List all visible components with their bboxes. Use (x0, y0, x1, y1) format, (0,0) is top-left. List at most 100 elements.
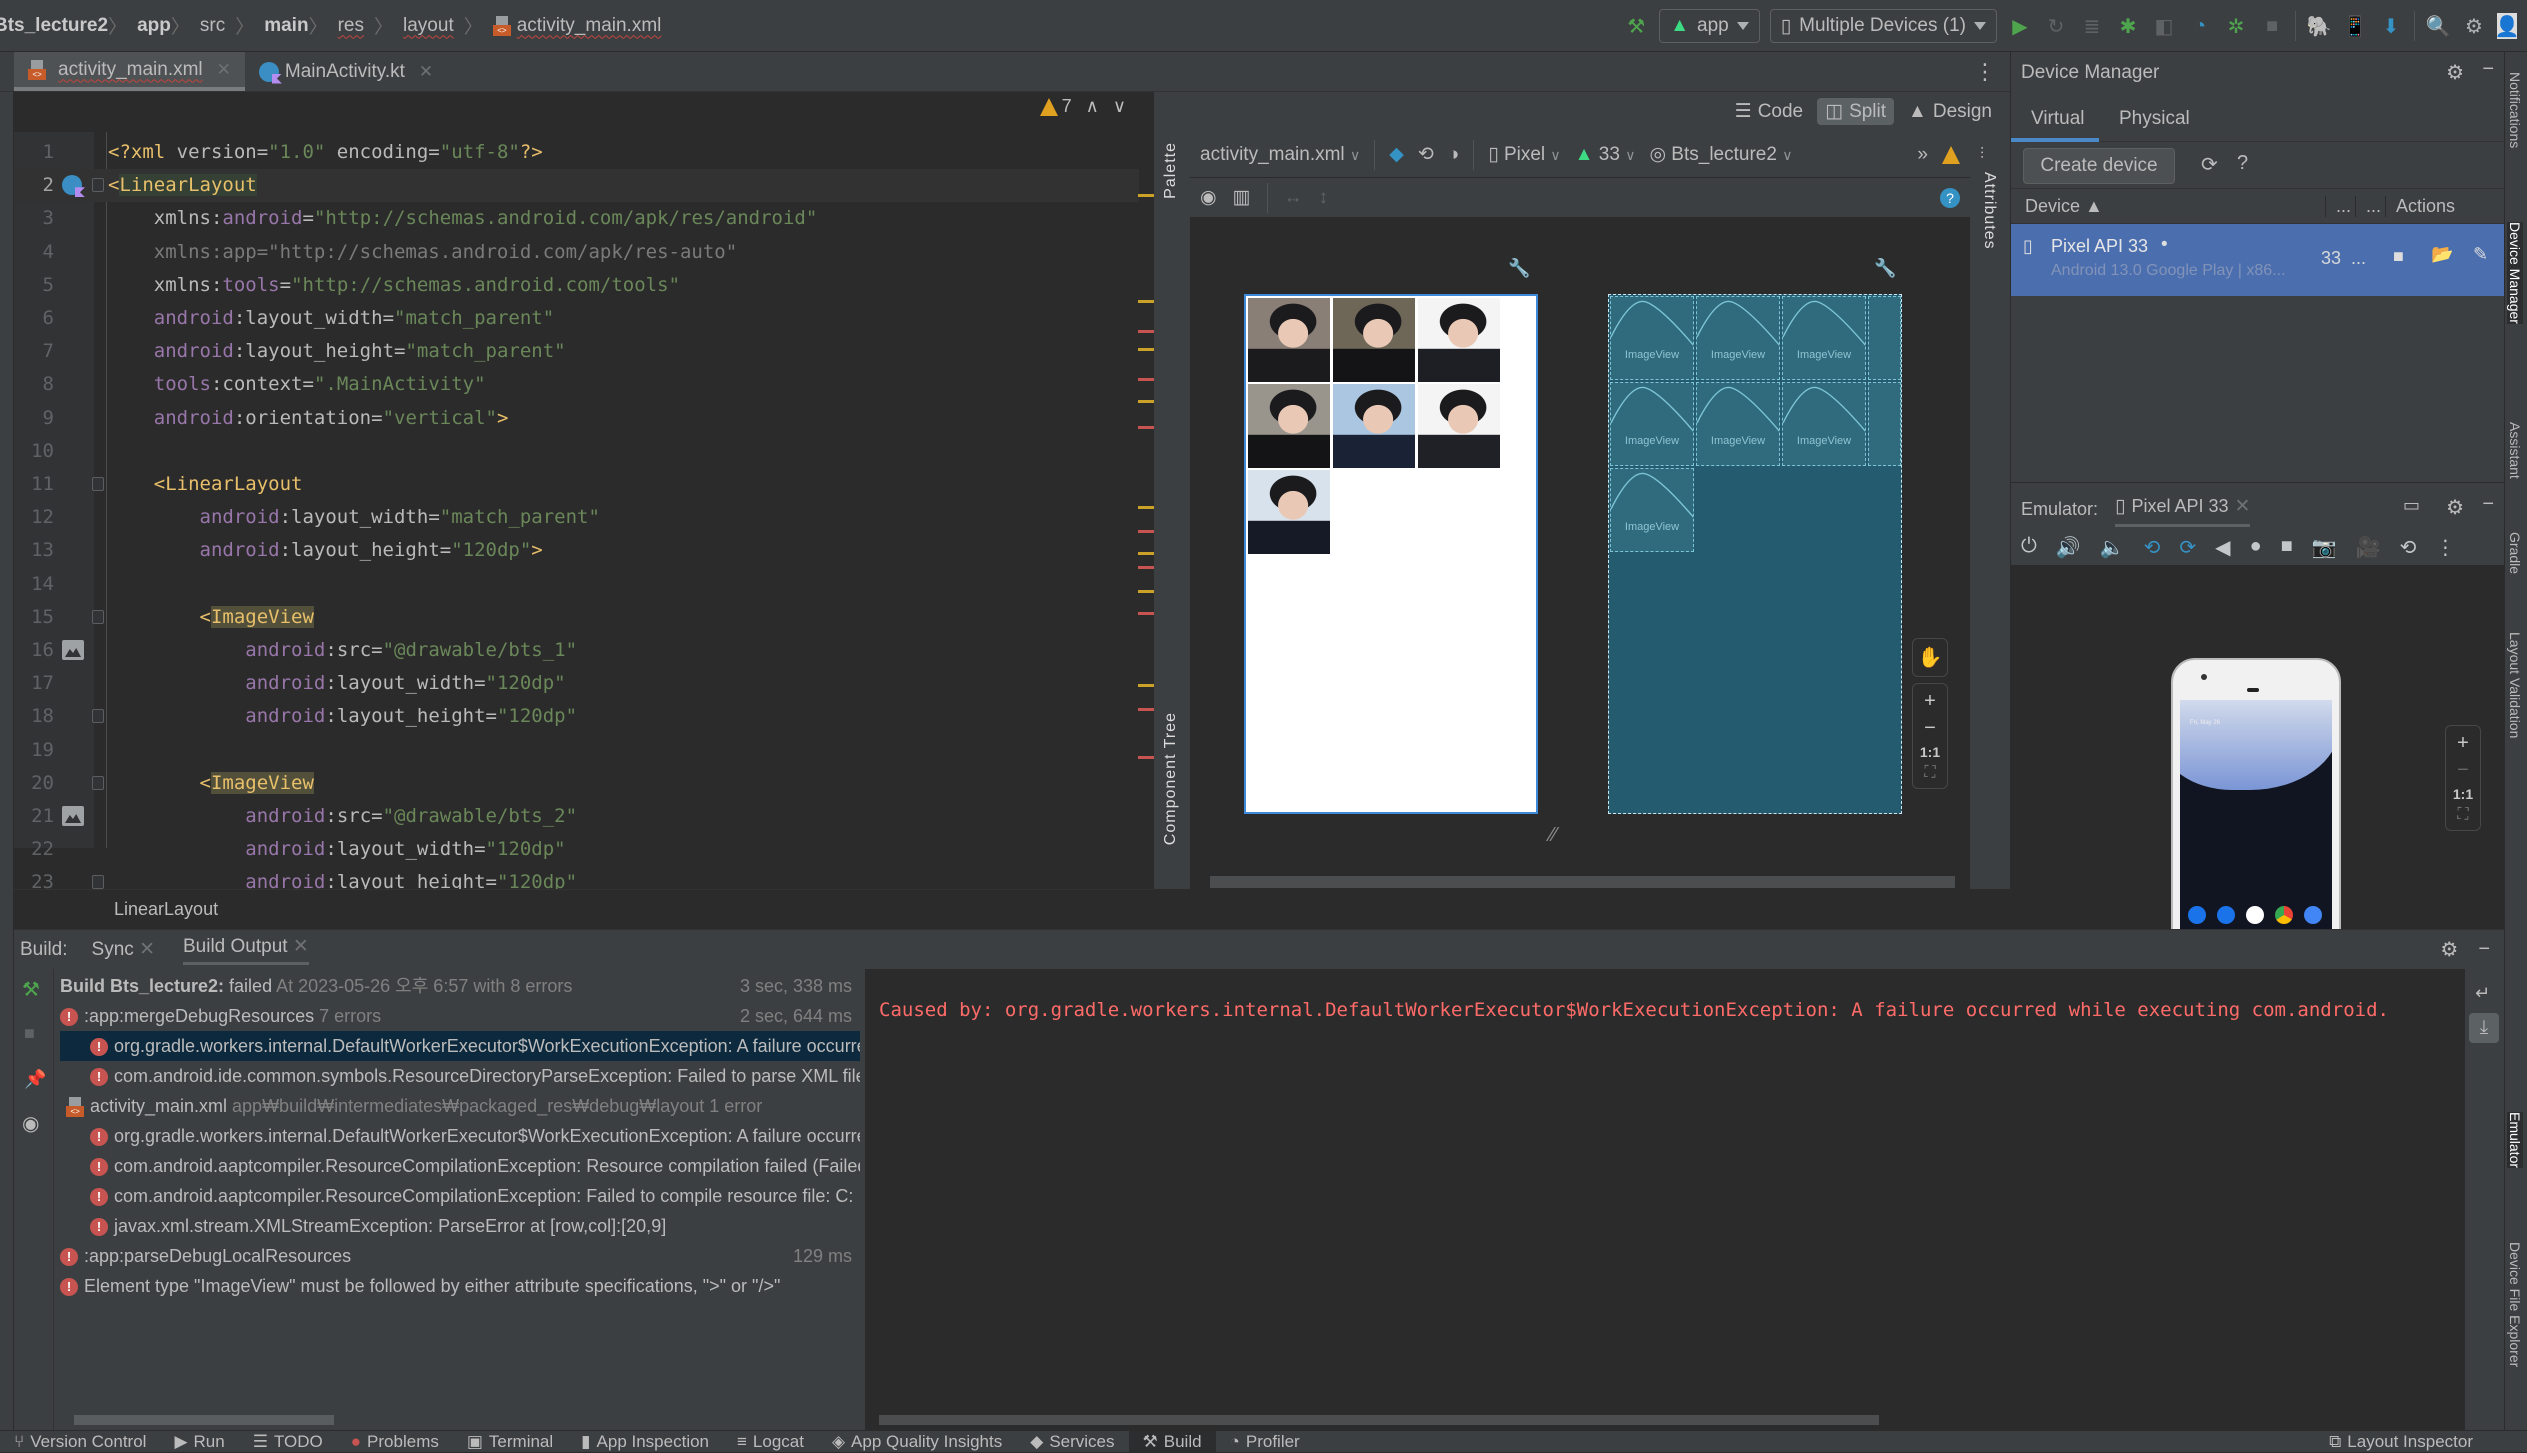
volume-up-icon[interactable]: 🔊 (2056, 535, 2081, 560)
blueprint-toggle-icon[interactable]: ▥ (1233, 186, 1251, 209)
code-line[interactable]: 3 xmlns:android="http://schemas.android.… (14, 202, 1139, 235)
folder-icon[interactable]: 📂 (2431, 244, 2453, 265)
breadcrumb-app[interactable]: app (137, 15, 171, 37)
gear-icon[interactable]: ⚙ (2446, 60, 2464, 85)
warning-mark[interactable] (1138, 194, 1154, 197)
minimize-icon[interactable]: − (2482, 493, 2494, 516)
pan-button[interactable]: ✋ (1912, 638, 1948, 677)
code-line[interactable]: 21 android:src="@drawable/bts_2" (14, 800, 1139, 833)
gear-icon[interactable]: ⚙ (2440, 937, 2458, 962)
code-line[interactable]: 11 <LinearLayout (14, 468, 1139, 501)
assistant-tool[interactable]: Assistant (2507, 422, 2523, 479)
next-highlight-icon[interactable]: ∨ (1113, 96, 1126, 117)
gradle-sync-icon[interactable]: 🐘 (2306, 13, 2332, 39)
palette-tab[interactable]: Palette (1162, 142, 1180, 199)
inspection-widget[interactable]: 7 ∧ ∨ (1039, 96, 1126, 117)
tool-window-logcat[interactable]: ≡ Logcat (723, 1431, 818, 1453)
code-line[interactable]: 15 <ImageView (14, 601, 1139, 634)
build-tree-row[interactable]: ! Element type "ImageView" must be follow… (60, 1271, 860, 1301)
build-tree-row[interactable]: !:app:mergeDebugResources 7 errors 2 sec,… (60, 1001, 860, 1031)
search-icon[interactable]: 🔍 (2425, 13, 2451, 39)
fold-marker-icon[interactable] (92, 775, 104, 790)
fold-marker-icon[interactable] (92, 875, 104, 890)
resize-handle[interactable]: ⁄⁄ (1550, 824, 1557, 847)
build-tree-row[interactable]: Build Bts_lecture2: failed At 2023-05-26… (60, 971, 860, 1001)
image-preview-icon[interactable] (62, 640, 84, 660)
build-tree-row[interactable]: !:app:parseDebugLocalResources 129 ms (60, 1241, 860, 1271)
error-mark[interactable] (1138, 566, 1154, 569)
messages-app-icon[interactable] (2217, 906, 2235, 924)
layout-blueprint[interactable]: ImageView ImageView ImageView ImageView Imag… (1608, 294, 1902, 814)
stop-icon[interactable]: ■ (24, 1023, 35, 1044)
breadcrumb-file[interactable]: activity_main.xml (517, 15, 662, 37)
view-options-icon[interactable]: ◉ (22, 1111, 39, 1136)
gear-icon[interactable]: ⚙ (2446, 495, 2464, 520)
tab-virtual[interactable]: Virtual (2031, 108, 2085, 130)
build-tree-row[interactable]: ! org.gradle.workers.internal.DefaultWork… (60, 1031, 860, 1061)
image-view-preview[interactable] (1418, 298, 1500, 382)
device-row[interactable]: ▯ Pixel API 33 • Android 13.0 Google Pla… (2011, 224, 2505, 296)
image-view-preview[interactable] (1248, 298, 1330, 382)
warning-icon[interactable] (1942, 145, 1960, 164)
build-tree-row[interactable]: ! com.android.ide.common.symbols.Resource… (60, 1061, 860, 1091)
linear-layout-blueprint[interactable] (1868, 382, 1901, 466)
build-tree-row[interactable]: › activity_main.xml app₩build₩intermedia… (60, 1091, 860, 1121)
chrome-icon[interactable] (2275, 906, 2293, 924)
gradle-tool[interactable]: Gradle (2507, 532, 2523, 574)
run-icon[interactable]: ▶ (2007, 13, 2033, 39)
column-size[interactable]: ... (2355, 196, 2381, 217)
device-selector[interactable]: ▯ Pixel ∨ (1488, 143, 1560, 166)
code-line[interactable]: 14 (14, 568, 1139, 601)
horizontal-scrollbar[interactable] (879, 1415, 1879, 1425)
related-class-icon[interactable] (62, 175, 82, 196)
refresh-icon[interactable]: ⟳ (2201, 152, 2218, 177)
code-line[interactable]: 5 xmlns:tools="http://schemas.android.co… (14, 269, 1139, 302)
home-icon[interactable]: ● (2250, 535, 2262, 560)
code-line[interactable]: 12 android:layout_width="match_parent" (14, 501, 1139, 534)
tab-build-output[interactable]: Build Output ✕ (182, 935, 309, 965)
code-line[interactable]: 2 <LinearLayout (14, 169, 1139, 203)
code-line[interactable]: 20 <ImageView (14, 767, 1139, 800)
minimize-icon[interactable]: − (2482, 58, 2494, 81)
avatar[interactable]: 👤 (2495, 13, 2519, 39)
build-tree-row[interactable]: ! org.gradle.workers.internal.DefaultWork… (60, 1121, 860, 1151)
apply-code-changes-icon[interactable]: ≣ (2079, 13, 2105, 39)
tool-window-services[interactable]: ◆ Services (1016, 1431, 1128, 1453)
error-mark[interactable] (1138, 756, 1154, 759)
image-view-blueprint[interactable]: ImageView (1610, 382, 1694, 466)
zoom-fit-button[interactable]: ⛶ (2457, 806, 2468, 824)
code-line[interactable]: 4 xmlns:app="http://schemas.android.com/… (14, 236, 1139, 269)
night-mode-icon[interactable]: ◑ (1448, 144, 1459, 166)
rotate-left-icon[interactable]: ⟲ (2144, 535, 2161, 560)
error-mark[interactable] (1138, 426, 1154, 429)
split-mode-button[interactable]: ◫ Split (1817, 98, 1895, 125)
zoom-fit-button[interactable]: ⛶ (1924, 764, 1935, 782)
image-preview-icon[interactable] (62, 806, 84, 826)
tool-window-build[interactable]: ⚒ Build (1128, 1430, 1216, 1453)
scroll-to-end-icon[interactable]: ⤓ (2469, 1013, 2499, 1043)
file-selector[interactable]: activity_main.xml ∨ (1200, 144, 1360, 166)
image-view-blueprint[interactable]: ImageView (1696, 296, 1780, 380)
image-view-blueprint[interactable]: ImageView (1782, 296, 1866, 380)
tab-mainactivity-kt[interactable]: MainActivity.kt ✕ (245, 52, 447, 91)
volume-down-icon[interactable]: 🔈 (2100, 535, 2125, 560)
camera-app-icon[interactable] (2304, 906, 2322, 924)
attach-debugger-android-icon[interactable]: ✲ (2223, 13, 2249, 39)
horizontal-scrollbar[interactable] (1210, 876, 1955, 888)
theme-selector[interactable]: ◎ Bts_lecture2 ∨ (1649, 143, 1792, 166)
play-store-icon[interactable] (2246, 906, 2264, 924)
help-icon[interactable]: ? (1940, 187, 1960, 208)
profile-icon[interactable]: ◔ (2187, 13, 2213, 39)
zoom-actual-button[interactable]: 1:1 (1920, 744, 1940, 760)
run-config-dropdown[interactable]: ▲ app (1659, 9, 1760, 43)
tool-window-terminal[interactable]: ▣ Terminal (453, 1431, 567, 1453)
code-line[interactable]: 18 android:layout_height="120dp" (14, 700, 1139, 733)
more-icon[interactable]: ⋮ (2435, 535, 2455, 560)
wrench-icon[interactable]: 🔧 (1874, 258, 1896, 279)
warning-mark[interactable] (1138, 506, 1154, 509)
structure-breadcrumb-item[interactable]: LinearLayout (114, 899, 218, 920)
minimize-icon[interactable]: − (2478, 938, 2490, 961)
tool-window-problems[interactable]: ● Problems (337, 1431, 453, 1453)
design-canvas[interactable]: 🔧 🔧 ImageView ImageView ImageView ImageView… (1190, 218, 1970, 889)
breadcrumb-res[interactable]: res (338, 15, 364, 37)
